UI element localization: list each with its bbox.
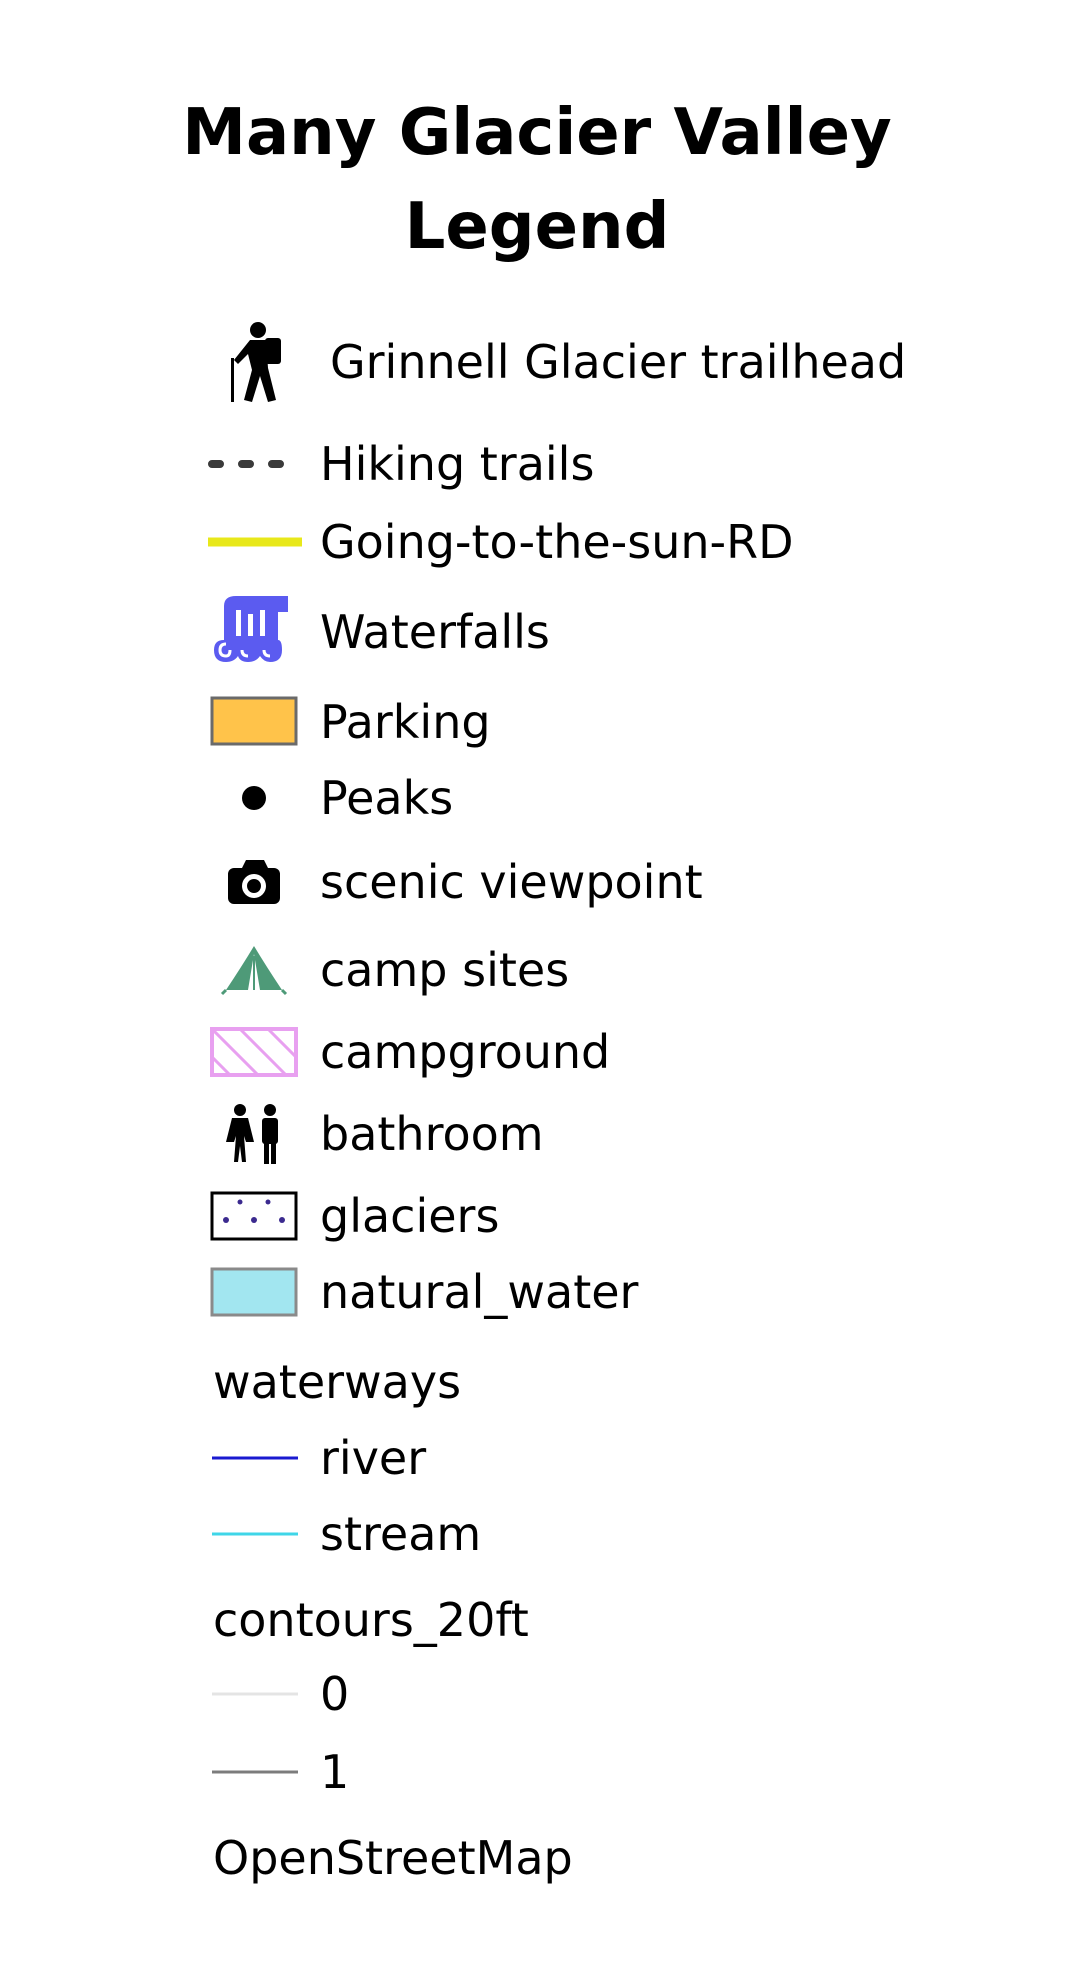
legend-label: stream: [320, 1507, 482, 1561]
legend-label: Waterfalls: [320, 605, 550, 659]
stream-line-icon: [208, 1504, 302, 1564]
restroom-icon: [208, 1104, 302, 1164]
legend-item-river: river: [0, 1428, 1074, 1488]
waterfall-icon: [208, 596, 302, 662]
dashed-line-icon: [208, 434, 302, 494]
water-fill-icon: [208, 1262, 302, 1322]
legend-label: river: [320, 1431, 427, 1485]
peak-dot-icon: [208, 768, 302, 828]
legend-label: camp sites: [320, 943, 570, 997]
legend-label: scenic viewpoint: [320, 855, 703, 909]
legend-label: bathroom: [320, 1107, 544, 1161]
legend-label: Hiking trails: [320, 437, 595, 491]
legend-item-parking: Parking: [0, 692, 1074, 752]
legend-title-line-1: Many Glacier Valley: [182, 96, 892, 170]
legend-item-peaks: Peaks: [0, 768, 1074, 828]
legend-item-waterfalls: Waterfalls: [0, 596, 1074, 662]
legend-basemap-label: OpenStreetMap: [213, 1831, 573, 1885]
legend-label: Grinnell Glacier trailhead: [330, 335, 907, 389]
road-line-icon: [208, 512, 302, 572]
legend-item-natural-water: natural_water: [0, 1262, 1074, 1322]
contour-line-icon: [208, 1664, 302, 1724]
legend-item-stream: stream: [0, 1504, 1074, 1564]
hatched-area-icon: [208, 1022, 302, 1082]
river-line-icon: [208, 1428, 302, 1488]
tent-icon: [208, 940, 302, 1000]
legend-label: 0: [320, 1667, 350, 1721]
legend-label: campground: [320, 1025, 611, 1079]
parking-fill-icon: [208, 692, 302, 752]
legend-label: Peaks: [320, 771, 454, 825]
legend-group-contours: contours_20ft: [213, 1593, 529, 1647]
legend-label: Parking: [320, 695, 491, 749]
legend-item-contour-1: 1: [0, 1742, 1074, 1802]
legend-label: natural_water: [320, 1265, 639, 1319]
legend-item-scenic-viewpoint: scenic viewpoint: [0, 852, 1074, 912]
hiker-icon: [208, 322, 302, 402]
legend-title-line-2: Legend: [404, 190, 670, 264]
legend-label: glaciers: [320, 1189, 500, 1243]
legend-item-road: Going-to-the-sun-RD: [0, 512, 1074, 572]
camera-icon: [208, 852, 302, 912]
legend-item-contour-0: 0: [0, 1664, 1074, 1724]
legend-item-camp-sites: camp sites: [0, 940, 1074, 1000]
legend-title: Many Glacier Valley Legend: [0, 86, 1074, 274]
legend-item-campground: campground: [0, 1022, 1074, 1082]
legend-group-waterways: waterways: [213, 1355, 462, 1409]
legend-item-trailhead: Grinnell Glacier trailhead: [0, 322, 1074, 402]
legend-label: 1: [320, 1745, 350, 1799]
glacier-pattern-icon: [208, 1186, 302, 1246]
legend-item-bathroom: bathroom: [0, 1104, 1074, 1164]
legend-item-hiking-trails: Hiking trails: [0, 434, 1074, 494]
contour-line-icon: [208, 1742, 302, 1802]
legend-item-glaciers: glaciers: [0, 1186, 1074, 1246]
legend-label: Going-to-the-sun-RD: [320, 515, 794, 569]
